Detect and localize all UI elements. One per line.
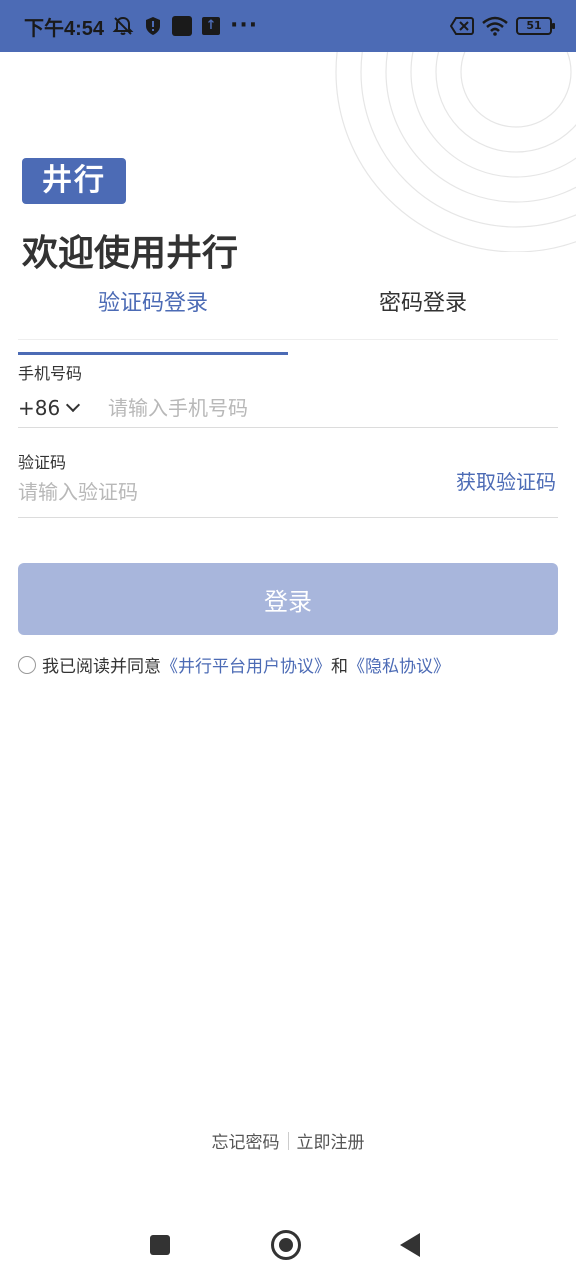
agreement-and: 和: [331, 657, 348, 677]
country-code-selector[interactable]: +86: [18, 396, 108, 420]
agreement-prefix: 我已阅读并同意: [42, 657, 161, 677]
forgot-password-link[interactable]: 忘记密码: [212, 1128, 280, 1153]
phone-label: 手机号码: [18, 364, 83, 383]
bell-off-icon: [112, 16, 134, 35]
get-code-button[interactable]: 获取验证码: [456, 468, 556, 496]
agree-radio[interactable]: [18, 655, 36, 674]
shield-icon: [146, 17, 161, 35]
agreement-row: 我已阅读并同意 《井行平台用户协议》 和 《隐私协议》: [18, 652, 450, 677]
status-left-icons: ↑ ···: [112, 15, 258, 37]
phone-input[interactable]: [108, 395, 528, 420]
status-time: 下午4:54: [24, 17, 105, 40]
recents-icon[interactable]: [150, 1235, 170, 1255]
app-logo: 井行: [22, 158, 126, 204]
more-dots-icon: ···: [230, 13, 259, 38]
welcome-title: 欢迎使用井行: [22, 233, 239, 274]
register-link[interactable]: 立即注册: [297, 1128, 365, 1153]
sim-off-icon: [450, 17, 474, 35]
bottom-links: 忘记密码 立即注册: [0, 1128, 576, 1153]
status-right-icons: 51: [450, 16, 555, 36]
decorative-circles: [335, 52, 576, 252]
country-code-value: +86: [18, 395, 61, 420]
tab-password-login[interactable]: 密码登录: [288, 284, 558, 339]
battery-icon: 51: [516, 17, 555, 35]
app-square-icon: [172, 16, 193, 36]
login-tabs: 验证码登录 密码登录: [18, 284, 558, 355]
back-icon[interactable]: [400, 1233, 420, 1257]
privacy-link[interactable]: 《隐私协议》: [348, 652, 450, 677]
wifi-icon: [482, 16, 508, 36]
system-nav-bar: [0, 1210, 576, 1280]
tab-sms-code-login[interactable]: 验证码登录: [18, 284, 288, 355]
divider: [287, 1131, 289, 1150]
login-button[interactable]: 登录: [18, 563, 558, 635]
chevron-down-icon: [66, 397, 81, 412]
terms-link[interactable]: 《井行平台用户协议》: [161, 652, 331, 677]
home-icon[interactable]: [271, 1230, 301, 1260]
code-label: 验证码: [18, 453, 67, 472]
upload-icon: ↑: [202, 17, 221, 35]
code-input[interactable]: [18, 480, 438, 504]
status-bar: 下午4:54 ↑ ··· 51: [0, 0, 576, 52]
phone-row: +86: [18, 388, 558, 428]
